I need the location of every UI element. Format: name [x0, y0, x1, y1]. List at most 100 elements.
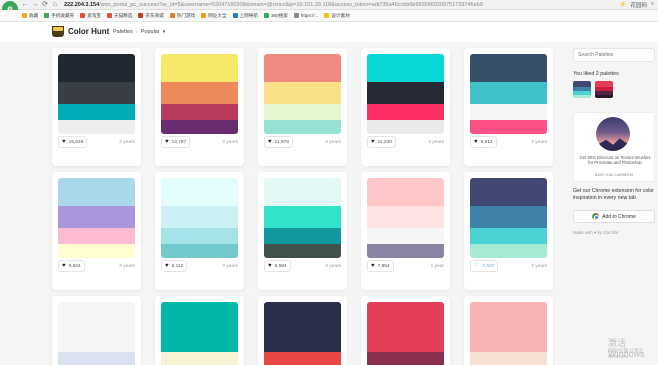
palette-swatches[interactable] — [367, 178, 444, 258]
like-button[interactable]: ♥ 13,787 — [161, 136, 191, 148]
color-swatch[interactable] — [264, 244, 341, 258]
color-swatch[interactable] — [161, 82, 238, 104]
color-swatch[interactable] — [58, 228, 135, 244]
like-button[interactable]: ♥ 9,824 — [58, 260, 85, 272]
bookmark-item[interactable]: 网址大全 — [201, 13, 227, 19]
bookmark-item[interactable]: 设计素材 — [324, 13, 350, 19]
ad-via[interactable]: ADS VIA CARBON — [574, 172, 654, 177]
bookmark-item[interactable]: https://... — [293, 13, 318, 18]
bookmark-item[interactable]: 收藏 — [22, 13, 38, 19]
palette-swatches[interactable] — [264, 54, 341, 134]
color-swatch[interactable] — [58, 244, 135, 258]
color-swatch[interactable] — [58, 206, 135, 228]
color-swatch[interactable] — [367, 178, 444, 206]
color-swatch[interactable] — [470, 104, 547, 120]
palette-card[interactable]: ♥ 9,824 3 years — [52, 172, 141, 290]
palette-card[interactable] — [258, 296, 347, 365]
palette-card[interactable] — [52, 296, 141, 365]
crumb-popular[interactable]: Popular — [141, 29, 160, 35]
color-swatch[interactable] — [367, 54, 444, 82]
palette-swatches[interactable] — [264, 302, 341, 365]
color-swatch[interactable] — [161, 54, 238, 82]
color-swatch[interactable] — [367, 228, 444, 244]
palette-swatches[interactable] — [161, 54, 238, 134]
palette-card[interactable]: ♡ 7,637 3 years — [464, 172, 553, 290]
color-swatch[interactable] — [58, 120, 135, 134]
color-swatch[interactable] — [470, 330, 547, 352]
color-swatch[interactable] — [161, 302, 238, 330]
liked-palette-thumb[interactable] — [573, 81, 591, 98]
color-swatch[interactable] — [470, 178, 547, 206]
color-swatch[interactable] — [264, 120, 341, 134]
color-swatch[interactable] — [58, 54, 135, 82]
url-field[interactable]: 222.204.3.154/wsn_portal_pc_success?ar_i… — [60, 2, 620, 8]
color-swatch[interactable] — [470, 206, 547, 228]
bookmark-item[interactable]: 手机收藏夹 — [44, 13, 74, 19]
palette-card[interactable]: ♥ 7,854 1 year — [361, 172, 450, 290]
color-swatch[interactable] — [58, 352, 135, 365]
palette-swatches[interactable] — [58, 302, 135, 365]
palette-card[interactable] — [155, 296, 244, 365]
palette-swatches[interactable] — [470, 54, 547, 134]
palette-card[interactable]: ♥ 8,584 3 years — [258, 172, 347, 290]
like-button[interactable]: ♡ 7,637 — [470, 260, 499, 272]
home-icon[interactable]: ⌂ — [50, 0, 60, 10]
liked-palette-thumb[interactable] — [595, 81, 613, 98]
color-swatch[interactable] — [161, 120, 238, 134]
bookmark-item[interactable]: 京东商城 — [138, 13, 164, 19]
color-swatch[interactable] — [470, 302, 547, 330]
color-swatch[interactable] — [161, 228, 238, 244]
crumb-palettes[interactable]: Palettes — [113, 29, 133, 35]
color-swatch[interactable] — [367, 206, 444, 228]
palette-card[interactable]: ♥ 19,635 3 years — [52, 48, 141, 166]
color-swatch[interactable] — [264, 82, 341, 104]
like-button[interactable]: ♥ 7,854 — [367, 260, 394, 272]
color-swatch[interactable] — [58, 82, 135, 104]
palette-card[interactable] — [361, 296, 450, 365]
bookmark-item[interactable]: 热门游戏 — [169, 13, 195, 19]
color-swatch[interactable] — [58, 104, 135, 120]
color-swatch[interactable] — [367, 330, 444, 352]
forward-icon[interactable]: → — [30, 0, 40, 10]
color-swatch[interactable] — [264, 228, 341, 244]
color-swatch[interactable] — [161, 206, 238, 228]
lightning-icon[interactable]: ⚡ — [620, 2, 627, 8]
color-swatch[interactable] — [470, 82, 547, 104]
color-swatch[interactable] — [161, 104, 238, 120]
color-swatch[interactable] — [367, 104, 444, 120]
search-icon[interactable]: ⌕ — [651, 1, 654, 8]
like-button[interactable]: ♥ 11,978 — [264, 136, 293, 148]
back-icon[interactable]: ← — [20, 0, 30, 10]
color-swatch[interactable] — [367, 244, 444, 258]
palette-card[interactable]: ♥ 13,787 4 years — [155, 48, 244, 166]
color-swatch[interactable] — [264, 54, 341, 82]
bookmark-item[interactable]: 爱淘宝 — [80, 13, 101, 19]
color-swatch[interactable] — [470, 352, 547, 365]
bookmark-item[interactable]: 上网导航 — [232, 13, 258, 19]
palette-swatches[interactable] — [470, 302, 547, 365]
color-swatch[interactable] — [367, 352, 444, 365]
color-swatch[interactable] — [161, 244, 238, 258]
palette-swatches[interactable] — [58, 178, 135, 258]
palette-card[interactable] — [464, 296, 553, 365]
palette-card[interactable]: ♥ 9,912 3 years — [464, 48, 553, 166]
like-button[interactable]: ♥ 11,230 — [367, 136, 396, 148]
color-swatch[interactable] — [264, 352, 341, 365]
color-swatch[interactable] — [161, 330, 238, 352]
palette-swatches[interactable] — [367, 54, 444, 134]
address-right-label[interactable]: 花园网 — [630, 1, 647, 9]
chevron-down-icon[interactable]: ▾ — [163, 29, 166, 35]
like-button[interactable]: ♥ 8,584 — [264, 260, 291, 272]
like-button[interactable]: ♥ 9,112 — [161, 260, 188, 272]
color-swatch[interactable] — [367, 120, 444, 134]
color-swatch[interactable] — [264, 178, 341, 206]
color-swatch[interactable] — [58, 302, 135, 330]
like-button[interactable]: ♥ 19,635 — [58, 136, 88, 148]
bookmark-item[interactable]: 360搜索 — [263, 13, 288, 19]
color-swatch[interactable] — [470, 54, 547, 82]
carbon-ad[interactable]: Get 50% Discount on Texture Brushes for … — [573, 112, 655, 182]
color-swatch[interactable] — [367, 302, 444, 330]
color-swatch[interactable] — [58, 330, 135, 352]
brand[interactable]: Color Hunt — [52, 26, 109, 37]
palette-card[interactable]: ♥ 11,230 3 years — [361, 48, 450, 166]
